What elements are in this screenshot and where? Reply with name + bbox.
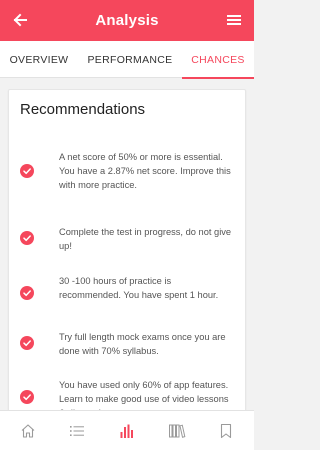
home-icon — [21, 424, 35, 438]
tab-bar: OVERVIEW PERFORMANCE CHANCES — [0, 41, 254, 79]
nav-home[interactable] — [3, 411, 53, 450]
check-circle-icon — [20, 390, 34, 404]
recommendation-text: Try full length mock exams once you are … — [59, 332, 226, 356]
app-root: Analysis OVERVIEW PERFORMANCE CHANCES Re… — [0, 0, 254, 450]
list-icon — [70, 426, 84, 436]
bottom-navigation — [0, 410, 254, 450]
arrow-left-icon — [13, 13, 27, 27]
hamburger-menu-icon — [227, 15, 241, 25]
app-header: Analysis — [0, 0, 254, 41]
recommendation-text: A net score of 50% or more is essential.… — [59, 152, 231, 190]
nav-bookmarks[interactable] — [201, 411, 251, 450]
tab-overview[interactable]: OVERVIEW — [0, 41, 78, 78]
page-title: Analysis — [95, 12, 159, 29]
check-circle-icon — [20, 164, 34, 178]
back-button[interactable] — [9, 9, 31, 31]
nav-analysis[interactable] — [102, 411, 152, 450]
tab-chances[interactable]: CHANCES — [182, 41, 254, 79]
library-icon — [169, 424, 186, 438]
nav-library[interactable] — [152, 411, 202, 450]
bookmark-icon — [220, 423, 232, 439]
check-circle-icon — [20, 336, 34, 350]
recommendation-text: Complete the test in progress, do not gi… — [59, 227, 232, 251]
menu-button[interactable] — [223, 9, 245, 31]
bar-chart-icon — [120, 424, 133, 438]
check-circle-icon — [20, 231, 34, 245]
nav-list[interactable] — [52, 411, 102, 450]
recommendation-text: 30 -100 hours of practice is recommended… — [59, 276, 219, 300]
content-scroll-area[interactable]: Recommendations A net score of 50% or mo… — [0, 79, 254, 410]
recommendation-text: You have used only 60% of app features. … — [59, 380, 229, 410]
check-circle-icon — [20, 286, 34, 300]
recommendations-card: Recommendations A net score of 50% or mo… — [8, 89, 246, 410]
tab-performance[interactable]: PERFORMANCE — [78, 41, 182, 78]
card-title: Recommendations — [20, 101, 146, 118]
